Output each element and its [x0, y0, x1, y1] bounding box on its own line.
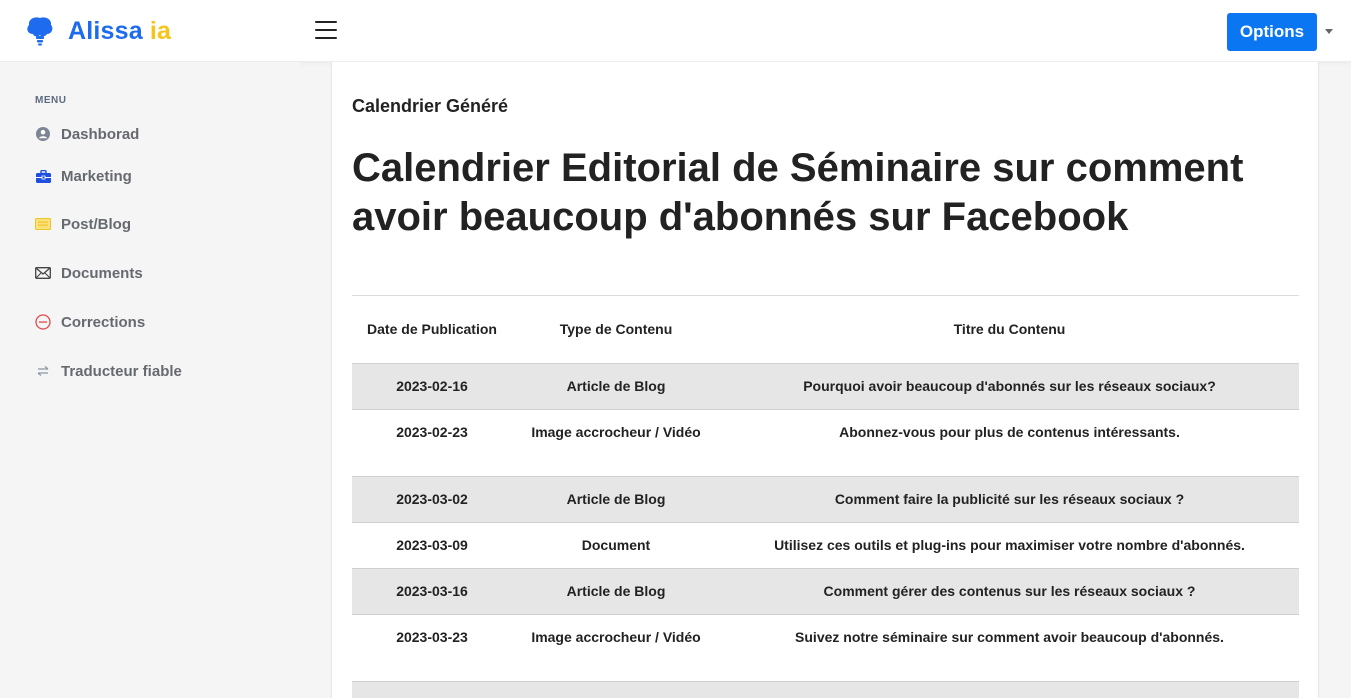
table-row: 2023-02-16 Article de Blog Pourquoi avoi… [352, 362, 1299, 410]
sidebar-item-label: Dashborad [61, 125, 140, 143]
column-header-title: Titre du Contenu [720, 296, 1299, 364]
table-header-row: Date de Publication Type de Contenu Titr… [352, 296, 1299, 364]
options-button[interactable]: Options [1227, 13, 1317, 51]
cell-date: 2023-03-16 [352, 567, 512, 615]
sidebar-item-label: Traducteur fiable [61, 362, 182, 380]
sidebar-item-label: Post/Blog [61, 215, 131, 233]
user-circle-icon [35, 126, 51, 142]
table-row: 2023-03-09 Document Utilisez ces outils … [352, 522, 1299, 568]
table-row: 2023-03-23 Image accrocheur / Vidéo Suiv… [352, 614, 1299, 681]
sidebar-item-label: Corrections [61, 313, 146, 331]
sidebar-item-traducteur[interactable]: Traducteur fiable [35, 359, 182, 383]
minus-circle-icon [35, 314, 51, 330]
cell-date: 2023-03-09 [396, 536, 468, 553]
cell-date: 2023-03-23 [396, 628, 468, 645]
sidebar: MENU Dashborad Marketing Post/Blog Docum… [0, 62, 300, 698]
swap-arrows-icon [35, 363, 51, 379]
hamburger-menu-icon[interactable] [315, 21, 337, 41]
sidebar-item-label: Marketing [61, 167, 132, 185]
cell-date [352, 680, 512, 698]
sidebar-item-post-blog[interactable]: Post/Blog [35, 212, 131, 236]
calendar-table: Date de Publication Type de Contenu Titr… [352, 296, 1299, 698]
sidebar-item-label: Documents [61, 264, 143, 282]
column-header-type: Type de Contenu [512, 296, 720, 364]
table-row: 2023-03-02 Article de Blog Comment faire… [352, 475, 1299, 523]
cell-date: 2023-02-16 [352, 362, 512, 410]
sidebar-item-documents[interactable]: Documents [35, 261, 143, 285]
cell-type: Image accrocheur / Vidéo [531, 423, 701, 440]
app-title: Alissa ia [68, 17, 171, 46]
envelope-icon [35, 265, 51, 281]
briefcase-icon [35, 168, 51, 184]
table-row: 2023-02-23 Image accrocheur / Vidéo Abon… [352, 409, 1299, 476]
chevron-down-icon[interactable] [1325, 29, 1333, 34]
cell-title: Pourquoi avoir beaucoup d'abonnés sur le… [720, 362, 1299, 410]
page-title: Calendrier Editorial de Séminaire sur co… [352, 146, 1244, 239]
card-icon [35, 216, 51, 232]
menu-label: MENU [35, 95, 67, 106]
cell-title: Comment gérer des contenus sur les résea… [720, 567, 1299, 615]
cell-title: Comment faire la publicité sur les résea… [720, 475, 1299, 523]
sidebar-item-marketing[interactable]: Marketing [35, 164, 132, 188]
page-subtitle: Calendrier Généré [352, 96, 509, 116]
cell-date: 2023-03-02 [352, 475, 512, 523]
logo-secondary-text: ia [149, 16, 172, 45]
cell-type [512, 680, 720, 698]
logo-primary-text: Alissa [68, 16, 143, 45]
cell-type: Document [581, 536, 651, 553]
table-row: 2023-03-16 Article de Blog Comment gérer… [352, 567, 1299, 615]
top-bar: Alissa ia Options [0, 0, 1351, 62]
cell-date: 2023-02-23 [396, 423, 468, 440]
sidebar-item-corrections[interactable]: Corrections [35, 310, 145, 334]
table-row [352, 680, 1299, 698]
cell-title [720, 680, 1299, 698]
cell-title: Abonnez-vous pour plus de contenus intér… [839, 423, 1180, 440]
content-card: Calendrier Généré Calendrier Editorial d… [331, 62, 1319, 698]
cell-title: Utilisez ces outils et plug-ins pour max… [774, 536, 1245, 553]
cell-title: Suivez notre séminaire sur comment avoir… [795, 628, 1224, 645]
cell-type: Article de Blog [512, 362, 720, 410]
brain-logo-icon [26, 16, 54, 46]
column-header-date: Date de Publication [352, 296, 512, 364]
cell-type: Article de Blog [512, 567, 720, 615]
cell-type: Article de Blog [512, 475, 720, 523]
cell-type: Image accrocheur / Vidéo [531, 628, 701, 645]
sidebar-item-dashboard[interactable]: Dashborad [35, 122, 139, 146]
logo[interactable]: Alissa ia [26, 16, 171, 46]
